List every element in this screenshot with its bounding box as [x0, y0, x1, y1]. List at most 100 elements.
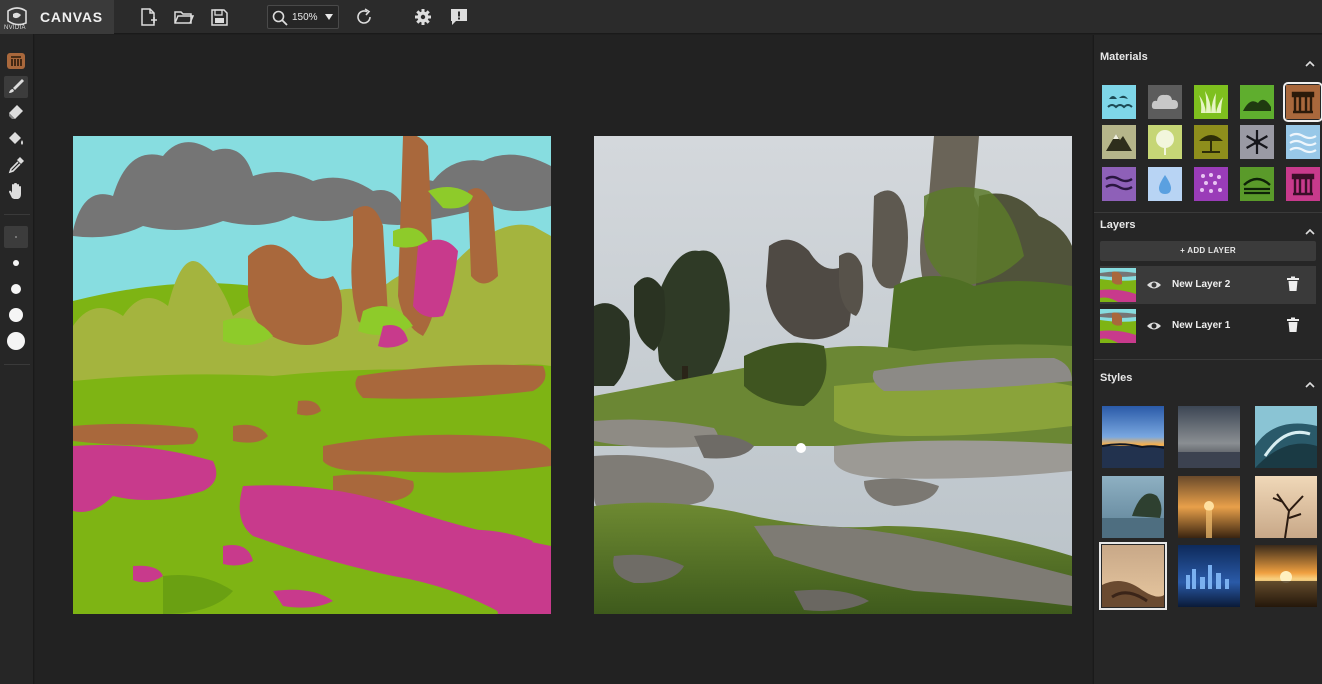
brush-size-dot: [13, 260, 19, 266]
style-thumbnail-8[interactable]: [1178, 545, 1240, 607]
style-thumbnail-9[interactable]: [1255, 545, 1317, 607]
material-rock[interactable]: [1102, 125, 1136, 159]
feedback-icon: [451, 9, 467, 25]
material-tree[interactable]: [1148, 125, 1182, 159]
layers-collapse-button[interactable]: [1304, 222, 1316, 235]
brush-size-dot: [9, 308, 23, 322]
chevron-up-icon: [1305, 381, 1315, 388]
brush-icon: [9, 79, 24, 93]
eyedropper-tool-button[interactable]: [4, 154, 28, 176]
style-thumbnail-3[interactable]: [1255, 406, 1317, 468]
brush-size-1[interactable]: [4, 226, 28, 248]
brush-size-3[interactable]: [4, 278, 28, 300]
output-canvas: [594, 136, 1072, 614]
material-ice[interactable]: [1148, 167, 1182, 201]
layer-thumbnail: [1100, 309, 1136, 343]
style-image: [1178, 406, 1240, 468]
brush-tool-button[interactable]: [4, 76, 28, 98]
ground-icon: [1240, 167, 1274, 201]
style-thumbnail-7[interactable]: [1099, 542, 1167, 610]
style-thumbnail-4[interactable]: [1102, 476, 1164, 538]
new-file-button[interactable]: [137, 6, 159, 28]
pan-tool-button[interactable]: [4, 180, 28, 202]
new-file-icon: [141, 8, 157, 26]
river-icon: [1102, 167, 1136, 201]
section-divider: [1094, 212, 1322, 213]
app-title: CANVAS: [40, 9, 103, 25]
styles-section-title: Styles: [1100, 372, 1133, 384]
material-bush[interactable]: [1194, 125, 1228, 159]
style-thumbnail-1[interactable]: [1102, 406, 1164, 468]
open-file-button[interactable]: [172, 6, 195, 28]
material-snow[interactable]: [1240, 125, 1274, 159]
style-thumbnail-5[interactable]: [1178, 476, 1240, 538]
paint-canvas[interactable]: [73, 136, 551, 614]
trash-icon[interactable]: [1286, 317, 1300, 333]
layers-section-title: Layers: [1100, 219, 1136, 231]
brush-size-dot: [11, 284, 21, 294]
material-ground[interactable]: [1240, 167, 1274, 201]
brand-text: NVIDIA: [4, 25, 26, 31]
material-sea[interactable]: [1102, 85, 1136, 119]
save-button[interactable]: [208, 6, 230, 28]
zoom-value: 150%: [292, 12, 318, 23]
material-picker-icon: [7, 53, 25, 69]
canvas-app: NVIDIA CANVAS 150% Materials Layers + AD…: [0, 0, 1322, 684]
material-hill[interactable]: [1240, 85, 1274, 119]
material-cliff[interactable]: [1286, 167, 1320, 201]
material-cloud[interactable]: [1148, 85, 1182, 119]
material-river[interactable]: [1102, 167, 1136, 201]
hill-icon: [1240, 85, 1274, 119]
save-icon: [211, 9, 228, 26]
layer-name: New Layer 1: [1172, 320, 1231, 331]
brush-size-5[interactable]: [4, 330, 28, 352]
eraser-tool-button[interactable]: [4, 102, 28, 124]
droplet-icon: [1148, 167, 1182, 201]
chevron-up-icon: [1305, 228, 1315, 235]
material-picker-button[interactable]: [4, 50, 28, 72]
open-folder-icon: [174, 11, 195, 24]
layer-thumbnail: [1100, 268, 1136, 302]
materials-collapse-button[interactable]: [1304, 54, 1316, 67]
layer-row-2[interactable]: New Layer 2: [1100, 266, 1316, 304]
settings-button[interactable]: [412, 6, 434, 28]
grass-icon: [1194, 85, 1228, 119]
style-image: [1255, 476, 1317, 538]
fill-tool-button[interactable]: [4, 128, 28, 150]
top-toolbar: NVIDIA CANVAS 150%: [0, 0, 1322, 34]
chevron-up-icon: [1305, 60, 1315, 67]
eye-icon[interactable]: [1146, 318, 1162, 334]
feedback-button[interactable]: [448, 6, 470, 28]
eyedropper-icon: [8, 157, 24, 174]
styles-collapse-button[interactable]: [1304, 375, 1316, 388]
bush-icon: [1194, 125, 1228, 159]
material-water[interactable]: [1286, 125, 1320, 159]
water-icon: [1286, 125, 1320, 159]
layer-row-1[interactable]: New Layer 1: [1100, 307, 1316, 345]
reset-icon: [357, 8, 371, 24]
brush-size-dot: [15, 236, 17, 238]
material-grass[interactable]: [1194, 85, 1228, 119]
style-image: [1102, 476, 1164, 538]
eye-icon[interactable]: [1146, 277, 1162, 293]
right-panel: Materials Layers + ADD LAYER New Layer 2…: [1093, 35, 1322, 684]
settings-icon: [415, 9, 431, 25]
logo-block: NVIDIA CANVAS: [0, 0, 114, 34]
material-flower[interactable]: [1194, 167, 1228, 201]
add-layer-button[interactable]: + ADD LAYER: [1100, 241, 1316, 261]
style-thumbnail-6[interactable]: [1255, 476, 1317, 538]
trash-icon[interactable]: [1286, 276, 1300, 292]
segmentation-map: [73, 136, 551, 614]
fill-bucket-icon: [9, 132, 23, 145]
reset-button[interactable]: [353, 6, 375, 28]
style-thumbnail-2[interactable]: [1178, 406, 1240, 468]
mountain-icon: [1286, 85, 1320, 119]
material-mountain[interactable]: [1283, 82, 1322, 122]
section-divider: [1094, 359, 1322, 360]
brush-size-dot: [7, 332, 25, 350]
zoom-dropdown[interactable]: 150%: [267, 5, 339, 29]
chevron-down-icon: [325, 14, 333, 20]
brush-size-2[interactable]: [4, 252, 28, 274]
brush-size-4[interactable]: [4, 304, 28, 326]
style-image: [1102, 406, 1164, 468]
